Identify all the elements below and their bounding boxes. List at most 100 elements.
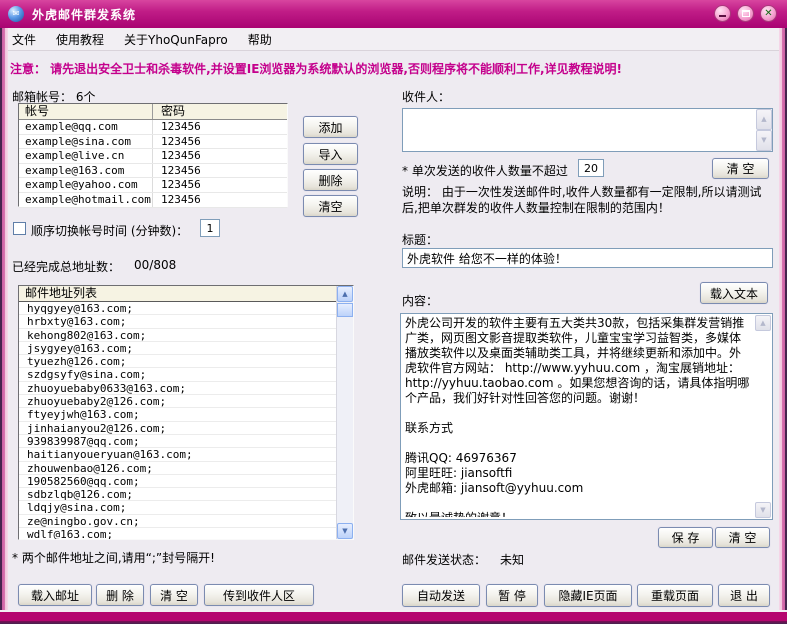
address-note: * 两个邮件地址之间,请用“;”封号隔开! bbox=[12, 549, 215, 566]
account-row[interactable]: example@hotmail.com 123456 bbox=[19, 193, 287, 208]
address-item[interactable]: sdbzlqb@126.com; bbox=[19, 488, 336, 501]
recipients-scroll-up-icon[interactable]: ▲ bbox=[756, 109, 772, 130]
exit-button[interactable]: 退 出 bbox=[718, 584, 770, 607]
clear-addresses-button[interactable]: 清 空 bbox=[150, 584, 198, 606]
menu-item-about[interactable]: 关于YhoQunFapro bbox=[124, 31, 228, 48]
recipients-note: 说明： 由于一次性发送邮件时,收件人数量都有一定限制,所以请测试后,把单次群发的… bbox=[402, 184, 775, 216]
scroll-down-icon[interactable]: ▼ bbox=[337, 523, 353, 539]
hide-ie-button[interactable]: 隐藏IE页面 bbox=[544, 584, 632, 607]
clear-accounts-button[interactable]: 清空 bbox=[303, 195, 358, 217]
address-item[interactable]: haitianyoueryuan@163.com; bbox=[19, 448, 336, 461]
limit-input[interactable] bbox=[578, 159, 604, 177]
address-item[interactable]: hyqgyey@163.com; bbox=[19, 302, 336, 315]
accounts-table-header: 帐号 密码 bbox=[19, 104, 287, 120]
send-status-row: 邮件发送状态： 未知 bbox=[402, 551, 524, 568]
close-button[interactable]: ✕ bbox=[760, 5, 777, 22]
recipients-textarea[interactable] bbox=[402, 108, 773, 152]
content-text: 外虎公司开发的软件主要有五大类共30款，包括采集群发营销推广类，网页图文影音提取… bbox=[405, 316, 752, 517]
minimize-button[interactable] bbox=[714, 5, 731, 22]
address-list[interactable]: 邮件地址列表 hyqgyey@163.com;hrbxty@163.com;ke… bbox=[18, 285, 354, 540]
accounts-table[interactable]: 帐号 密码 example@qq.com 123456 example@sina… bbox=[18, 103, 288, 207]
window-frame-right bbox=[779, 28, 787, 613]
scroll-up-icon[interactable]: ▲ bbox=[337, 286, 353, 302]
account-cell: example@hotmail.com bbox=[19, 193, 153, 207]
maximize-icon bbox=[742, 10, 750, 17]
add-account-button[interactable]: 添加 bbox=[303, 116, 358, 138]
address-item[interactable]: ftyeyjwh@163.com; bbox=[19, 408, 336, 421]
import-accounts-button[interactable]: 导入 bbox=[303, 143, 358, 165]
address-item[interactable]: hrbxty@163.com; bbox=[19, 315, 336, 328]
account-row[interactable]: example@live.cn 123456 bbox=[19, 149, 287, 164]
save-button[interactable]: 保 存 bbox=[658, 527, 713, 548]
recipients-scroll-down-icon[interactable]: ▼ bbox=[756, 130, 772, 151]
app-icon: ✉ bbox=[8, 6, 24, 22]
account-cell: example@sina.com bbox=[19, 135, 153, 149]
window-frame-bottom bbox=[0, 610, 787, 624]
auto-send-button[interactable]: 自动发送 bbox=[402, 584, 480, 607]
status-value: 未知 bbox=[500, 551, 524, 568]
address-item[interactable]: zhouwenbao@126.com; bbox=[19, 462, 336, 475]
delete-address-button[interactable]: 删 除 bbox=[96, 584, 144, 606]
address-item[interactable]: 939839987@qq.com; bbox=[19, 435, 336, 448]
content-textarea[interactable]: 外虎公司开发的软件主要有五大类共30款，包括采集群发营销推广类，网页图文影音提取… bbox=[400, 313, 773, 520]
subject-input[interactable] bbox=[402, 248, 773, 268]
accounts-table-body: example@qq.com 123456 example@sina.com 1… bbox=[19, 120, 287, 208]
window-title: 外虎邮件群发系统 bbox=[32, 6, 136, 23]
account-row[interactable]: example@sina.com 123456 bbox=[19, 135, 287, 150]
window-frame-left bbox=[0, 28, 8, 613]
switch-account-checkbox[interactable] bbox=[13, 222, 26, 235]
subject-label: 标题： bbox=[402, 231, 438, 248]
account-row[interactable]: example@yahoo.com 123456 bbox=[19, 178, 287, 193]
address-item[interactable]: ldqjy@sina.com; bbox=[19, 501, 336, 514]
menu-item-file[interactable]: 文件 bbox=[12, 31, 36, 48]
content-scroll-down-icon[interactable]: ▼ bbox=[755, 502, 771, 518]
notice-text: 注意： 请先退出安全卫士和杀毒软件,并设置IE浏览器为系统默认的浏览器,否则程序… bbox=[10, 60, 772, 77]
password-cell: 123456 bbox=[153, 149, 287, 163]
clear-content-button[interactable]: 清 空 bbox=[715, 527, 770, 548]
password-cell: 123456 bbox=[153, 178, 287, 192]
password-cell: 123456 bbox=[153, 120, 287, 134]
content-label: 内容： bbox=[402, 292, 438, 309]
menubar: 文件 使用教程 关于YhoQunFapro 帮助 bbox=[8, 28, 779, 51]
pause-button[interactable]: 暂 停 bbox=[486, 584, 538, 607]
close-icon: ✕ bbox=[764, 9, 772, 19]
minimize-icon bbox=[719, 15, 726, 17]
reload-page-button[interactable]: 重载页面 bbox=[637, 584, 713, 607]
maximize-button[interactable] bbox=[737, 5, 754, 22]
account-cell: example@163.com bbox=[19, 164, 153, 178]
account-column-header: 帐号 bbox=[19, 104, 153, 119]
password-cell: 123456 bbox=[153, 193, 287, 207]
address-item[interactable]: 190582560@qq.com; bbox=[19, 475, 336, 488]
app-window: ✉ 外虎邮件群发系统 ✕ 文件 使用教程 关于YhoQunFapro 帮助 注意… bbox=[0, 0, 787, 624]
address-item[interactable]: kehong802@163.com; bbox=[19, 329, 336, 342]
password-column-header: 密码 bbox=[153, 104, 287, 119]
to-recipients-button[interactable]: 传到收件人区 bbox=[204, 584, 314, 606]
password-cell: 123456 bbox=[153, 135, 287, 149]
load-addresses-button[interactable]: 载入邮址 bbox=[18, 584, 92, 606]
scroll-thumb[interactable] bbox=[337, 303, 353, 317]
address-item[interactable]: ze@ningbo.gov.cn; bbox=[19, 515, 336, 528]
address-item[interactable]: zhuoyuebaby2@126.com; bbox=[19, 395, 336, 408]
clear-recipients-button[interactable]: 清 空 bbox=[712, 158, 769, 179]
account-row[interactable]: example@163.com 123456 bbox=[19, 164, 287, 179]
menu-item-help[interactable]: 帮助 bbox=[248, 31, 272, 48]
progress-value: 00/808 bbox=[134, 258, 176, 275]
address-list-header: 邮件地址列表 bbox=[19, 286, 336, 302]
limit-label: * 单次发送的收件人数量不超过 bbox=[402, 162, 568, 179]
account-row[interactable]: example@qq.com 123456 bbox=[19, 120, 287, 135]
load-text-button[interactable]: 载入文本 bbox=[700, 282, 768, 304]
switch-minutes-input[interactable] bbox=[200, 219, 220, 237]
recipients-label: 收件人： bbox=[402, 88, 450, 105]
address-item[interactable]: wdlf@163.com; bbox=[19, 528, 336, 539]
address-item[interactable]: jsygyey@163.com; bbox=[19, 342, 336, 355]
progress-row: 已经完成总地址数： 00/808 bbox=[12, 258, 176, 275]
content-scroll-up-icon[interactable]: ▲ bbox=[755, 315, 771, 331]
address-list-scrollbar[interactable]: ▲ ▼ bbox=[336, 286, 353, 539]
address-item[interactable]: tyuezh@126.com; bbox=[19, 355, 336, 368]
address-item[interactable]: szdgsyfy@sina.com; bbox=[19, 368, 336, 381]
menu-item-tutorial[interactable]: 使用教程 bbox=[56, 31, 104, 48]
address-list-rows: hyqgyey@163.com;hrbxty@163.com;kehong802… bbox=[19, 302, 336, 539]
delete-account-button[interactable]: 删除 bbox=[303, 169, 358, 191]
address-item[interactable]: zhuoyuebaby0633@163.com; bbox=[19, 382, 336, 395]
address-item[interactable]: jinhaianyou2@126.com; bbox=[19, 422, 336, 435]
